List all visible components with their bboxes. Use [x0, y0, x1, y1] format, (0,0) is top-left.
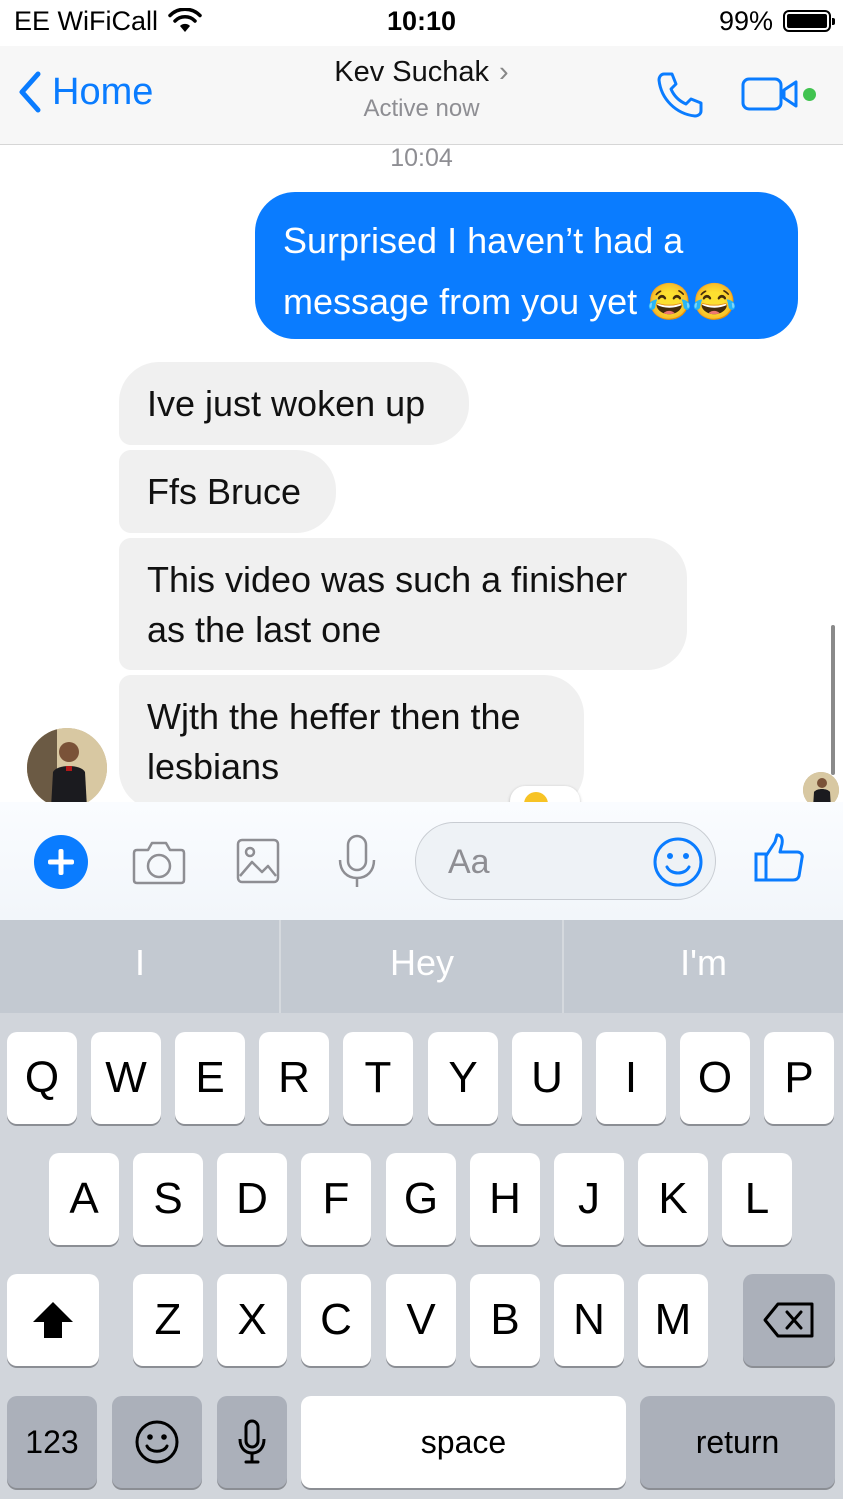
suggestion-3[interactable]: I'm [564, 920, 843, 1013]
predictive-text-bar: I Hey I'm [0, 920, 843, 1013]
battery-percent: 99% [718, 6, 773, 36]
key-g[interactable]: G [386, 1153, 456, 1245]
key-q[interactable]: Q [7, 1032, 77, 1124]
key-i[interactable]: I [596, 1032, 666, 1124]
key-n[interactable]: N [554, 1274, 624, 1366]
key-t[interactable]: T [343, 1032, 413, 1124]
contact-avatar[interactable] [27, 728, 107, 808]
dictation-key[interactable] [217, 1396, 287, 1488]
key-k[interactable]: K [638, 1153, 708, 1245]
contact-name: Kev Suchak [334, 56, 490, 88]
shift-key[interactable] [7, 1274, 99, 1366]
key-a[interactable]: A [49, 1153, 119, 1245]
return-key[interactable]: return [640, 1396, 835, 1488]
key-c[interactable]: C [301, 1274, 371, 1366]
microphone-icon [338, 834, 376, 887]
video-call-button[interactable] [740, 76, 802, 117]
phone-icon [657, 72, 703, 118]
key-l[interactable]: L [722, 1153, 792, 1245]
backspace-key[interactable] [743, 1274, 835, 1366]
clock: 10:10 [386, 6, 457, 36]
shift-arrow-icon [33, 1302, 73, 1338]
key-s[interactable]: S [133, 1153, 203, 1245]
scrollbar[interactable] [831, 625, 835, 775]
phone-call-button[interactable] [654, 68, 706, 125]
key-o[interactable]: O [680, 1032, 750, 1124]
suggestion-1[interactable]: I [0, 920, 280, 1013]
chat-header: Home Kev Suchak › Active now [0, 46, 843, 145]
suggestion-2[interactable]: Hey [281, 920, 563, 1013]
space-key[interactable]: space [301, 1396, 626, 1488]
contact-info[interactable]: Kev Suchak › Active now [0, 56, 843, 123]
key-u[interactable]: U [512, 1032, 582, 1124]
battery-icon [783, 10, 835, 32]
smiley-icon [653, 837, 703, 887]
key-j[interactable]: J [554, 1153, 624, 1245]
key-z[interactable]: Z [133, 1274, 203, 1366]
emoji-button[interactable] [652, 836, 704, 893]
incoming-message[interactable]: Ffs Bruce [119, 450, 336, 533]
key-b[interactable]: B [470, 1274, 540, 1366]
key-v[interactable]: V [386, 1274, 456, 1366]
chevron-right-icon: › [499, 56, 509, 88]
emoji-keyboard-key[interactable] [112, 1396, 202, 1488]
incoming-message[interactable]: This video was such a finisher as the la… [119, 538, 687, 670]
contact-status: Active now [363, 95, 480, 122]
gallery-button[interactable] [236, 838, 280, 889]
key-y[interactable]: Y [428, 1032, 498, 1124]
thumbs-up-icon [754, 833, 804, 882]
key-x[interactable]: X [217, 1274, 287, 1366]
image-icon [236, 838, 280, 884]
like-button[interactable] [753, 832, 805, 889]
incoming-message[interactable]: Ive just woken up [119, 362, 469, 445]
camera-button[interactable] [132, 838, 186, 891]
voice-message-button[interactable] [337, 834, 377, 895]
numbers-key[interactable]: 123 [7, 1396, 97, 1488]
key-f[interactable]: F [301, 1153, 371, 1245]
key-h[interactable]: H [470, 1153, 540, 1245]
status-bar: EE WiFiCall 10:10 99% [0, 0, 843, 46]
key-e[interactable]: E [175, 1032, 245, 1124]
key-p[interactable]: P [764, 1032, 834, 1124]
video-camera-icon [741, 77, 798, 111]
key-d[interactable]: D [217, 1153, 287, 1245]
online-indicator [803, 88, 816, 101]
message-timestamp: 10:04 [390, 144, 453, 172]
delete-icon [763, 1302, 814, 1338]
message-placeholder: Aa [448, 843, 490, 881]
add-button[interactable] [34, 835, 88, 889]
key-w[interactable]: W [91, 1032, 161, 1124]
emoji-icon [135, 1420, 179, 1464]
key-r[interactable]: R [259, 1032, 329, 1124]
camera-icon [132, 841, 186, 885]
microphone-icon [238, 1419, 266, 1464]
outgoing-message[interactable]: Surprised I haven’t had a message from y… [255, 192, 798, 339]
keyboard: Q W E R T Y U I O P A S D F G H J K L Z … [0, 1013, 843, 1499]
key-m[interactable]: M [638, 1274, 708, 1366]
